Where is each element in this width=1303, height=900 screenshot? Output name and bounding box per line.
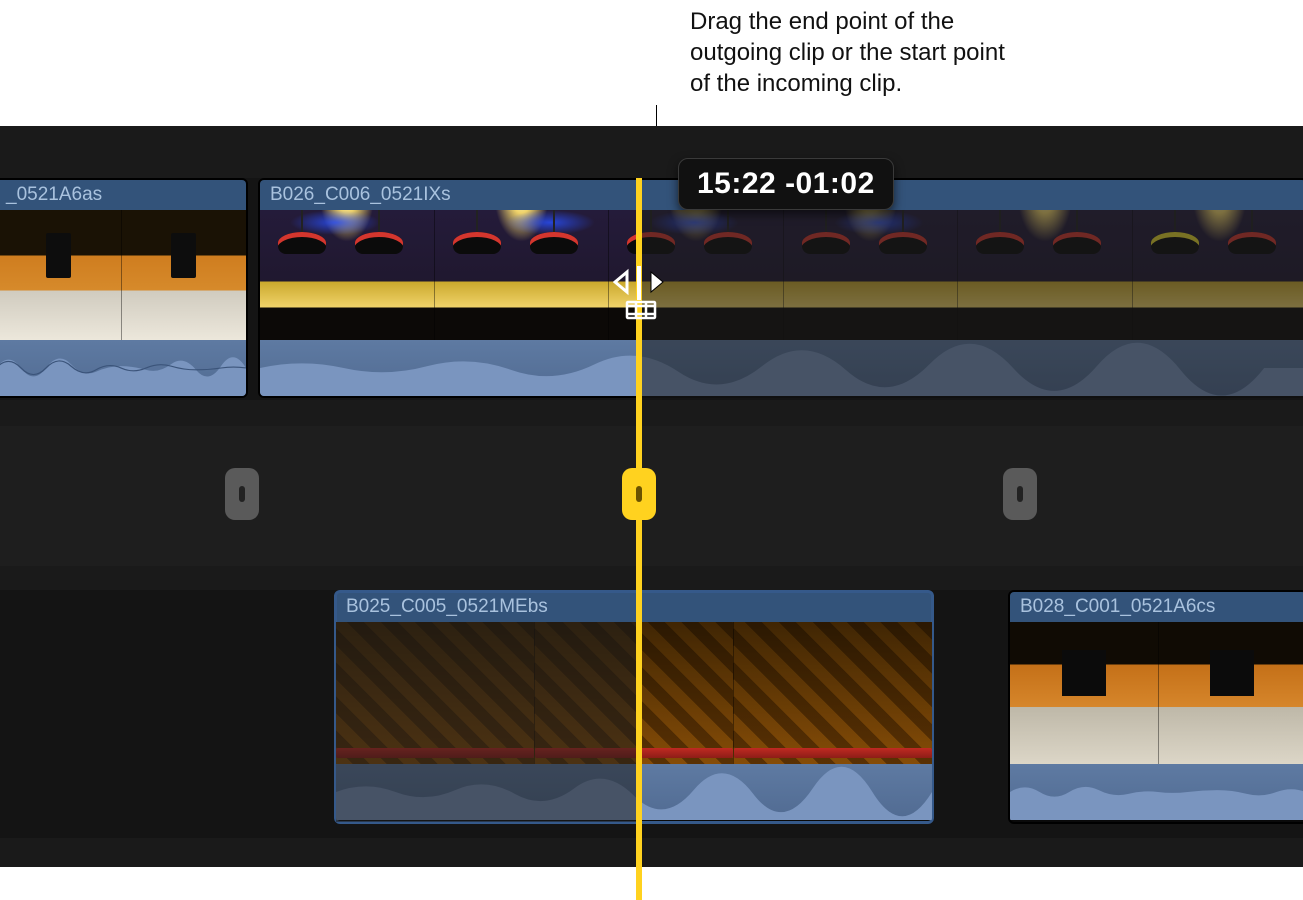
waveform-icon xyxy=(260,340,1303,396)
thumbnail-frame xyxy=(734,622,932,764)
thumbnail-frame xyxy=(122,210,247,340)
clip-filmstrip xyxy=(336,622,932,764)
thumbnail-frame xyxy=(1159,622,1303,764)
precision-editor-timeline[interactable]: _0521A6as B026_C006_0521IXs xyxy=(0,126,1303,867)
clip-title: B025_C005_0521MEbs xyxy=(336,592,932,622)
annotation-text: Drag the end point of the outgoing clip … xyxy=(690,6,1030,100)
thumbnail-frame xyxy=(435,210,610,340)
thumbnail-frame xyxy=(0,210,122,340)
clip-filmstrip xyxy=(0,210,246,340)
clip-primary-outgoing[interactable]: _0521A6as xyxy=(0,178,248,398)
edit-marker[interactable] xyxy=(225,468,259,520)
waveform-icon xyxy=(1010,764,1303,820)
clip-angle-right[interactable]: B028_C001_0521A6cs xyxy=(1008,590,1303,824)
clip-audio-waveform xyxy=(260,340,1303,396)
trim-timecode-badge: 15:22 -01:02 xyxy=(678,158,894,210)
clip-title: B028_C001_0521A6cs xyxy=(1010,592,1303,622)
thumbnail-frame xyxy=(535,622,734,764)
clip-primary-incoming[interactable]: B026_C006_0521IXs xyxy=(258,178,1303,398)
edit-marker[interactable] xyxy=(1003,468,1037,520)
clip-filmstrip xyxy=(260,210,1303,340)
thumbnail-frame xyxy=(260,210,435,340)
waveform-icon xyxy=(336,764,932,820)
clip-title: _0521A6as xyxy=(0,180,246,210)
clip-audio-waveform xyxy=(1010,764,1303,820)
thumbnail-frame xyxy=(1010,622,1159,764)
clip-angle-left[interactable]: B025_C005_0521MEbs xyxy=(334,590,934,824)
clip-audio-waveform xyxy=(336,764,932,820)
clip-filmstrip xyxy=(1010,622,1303,764)
waveform-icon xyxy=(0,340,246,396)
thumbnail-frame xyxy=(1133,210,1303,340)
trim-edit-cursor-icon xyxy=(613,256,669,324)
edit-playhead-handle[interactable] xyxy=(622,468,656,520)
clip-audio-waveform xyxy=(0,340,246,396)
thumbnail-frame xyxy=(784,210,959,340)
thumbnail-frame xyxy=(336,622,535,764)
thumbnail-frame xyxy=(958,210,1133,340)
